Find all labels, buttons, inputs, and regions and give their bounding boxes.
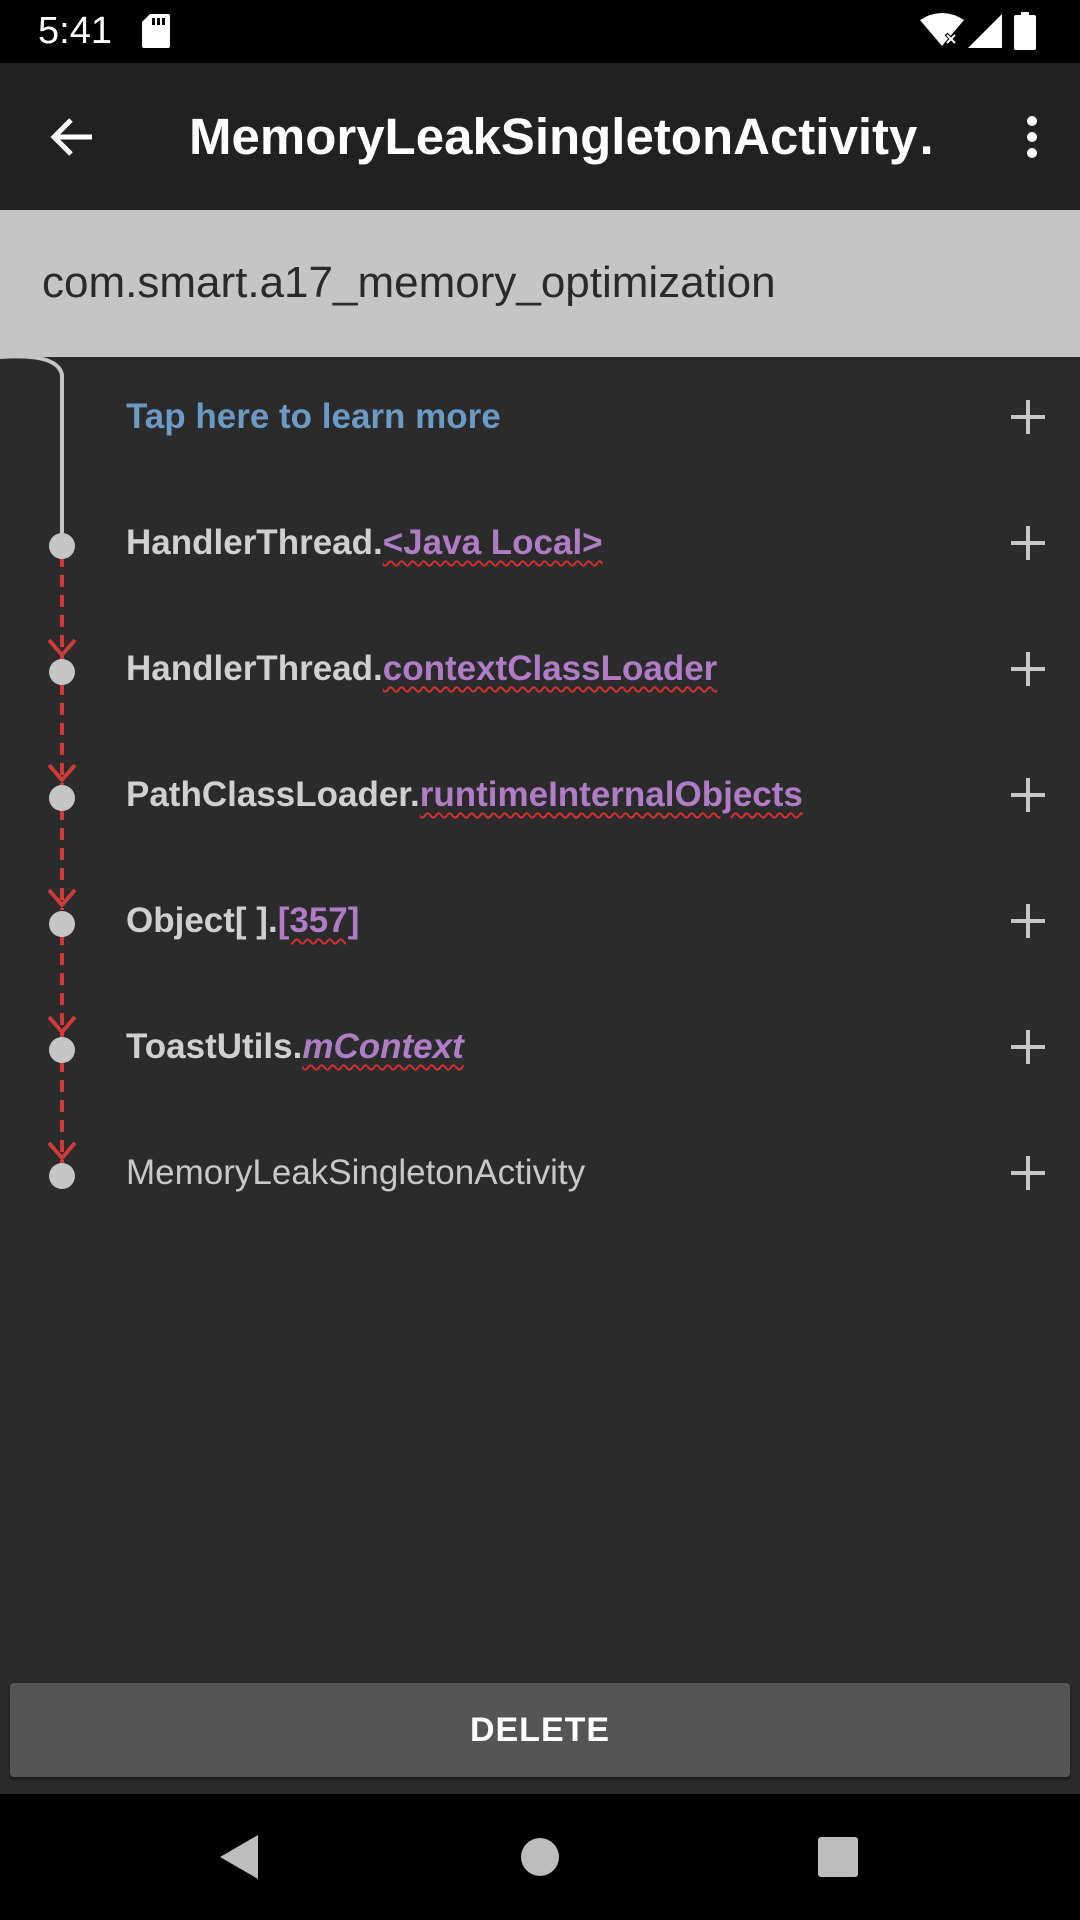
plus-icon — [1011, 1030, 1045, 1064]
expand-button[interactable] — [1000, 641, 1056, 697]
trace-row[interactable]: Object[ ].[357] — [0, 859, 1080, 985]
plus-icon — [1011, 400, 1045, 434]
nav-recents-button[interactable] — [808, 1827, 868, 1887]
back-triangle-icon — [220, 1835, 258, 1879]
trace-row-text: HandlerThread.<Java Local> — [126, 515, 603, 571]
trace-row-text: Object[ ].[357] — [126, 893, 359, 949]
class-name: Object[ ]. — [126, 901, 278, 940]
reference-name: [357] — [277, 901, 360, 940]
delete-button[interactable]: DELETE — [10, 1683, 1070, 1777]
reference-name: <Java Local> — [382, 523, 603, 562]
trace-row-text: HandlerThread.contextClassLoader — [126, 641, 717, 697]
learn-more-row[interactable]: Tap here to learn more — [0, 355, 1080, 481]
trace-row-text: ToastUtils.mContext — [126, 1019, 464, 1075]
plus-icon — [1011, 526, 1045, 560]
class-name: HandlerThread. — [126, 523, 383, 562]
nav-back-button[interactable] — [210, 1827, 270, 1887]
recents-square-icon — [818, 1837, 858, 1877]
trace-row[interactable]: PathClassLoader.runtimeInternalObjects — [0, 733, 1080, 859]
back-arrow-icon — [50, 118, 92, 156]
expand-button[interactable] — [1000, 389, 1056, 445]
plus-icon — [1011, 904, 1045, 938]
more-vert-icon — [1027, 116, 1037, 158]
expand-button[interactable] — [1000, 1145, 1056, 1201]
more-options-button[interactable] — [996, 101, 1068, 173]
status-time: 5:41 — [38, 10, 112, 52]
app-bar: MemoryLeakSingletonActivity… — [0, 63, 1080, 210]
learn-more-link[interactable]: Tap here to learn more — [126, 389, 501, 445]
navigation-bar — [0, 1794, 1080, 1920]
wifi-icon — [920, 13, 964, 46]
expand-button[interactable] — [1000, 767, 1056, 823]
signal-icon — [968, 14, 1002, 48]
app-title: MemoryLeakSingletonActivity… — [189, 108, 939, 165]
class-name: ToastUtils. — [126, 1027, 303, 1066]
leaking-object-name: MemoryLeakSingletonActivity — [126, 1153, 586, 1192]
reference-name: contextClassLoader — [382, 649, 718, 688]
battery-icon — [1014, 12, 1036, 50]
trace-row[interactable]: ToastUtils.mContext — [0, 985, 1080, 1111]
leaking-object-row[interactable]: MemoryLeakSingletonActivity — [0, 1111, 1080, 1237]
trace-row-text: PathClassLoader.runtimeInternalObjects — [126, 767, 803, 823]
class-name: PathClassLoader. — [126, 775, 420, 814]
plus-icon — [1011, 1156, 1045, 1190]
plus-icon — [1011, 652, 1045, 686]
status-bar: 5:41 — [0, 0, 1080, 63]
plus-icon — [1011, 778, 1045, 812]
trace-row[interactable]: HandlerThread.<Java Local> — [0, 481, 1080, 607]
reference-name: mContext — [302, 1027, 464, 1066]
package-name: com.smart.a17_memory_optimization — [42, 258, 776, 307]
home-circle-icon — [521, 1838, 559, 1876]
reference-name: runtimeInternalObjects — [419, 775, 803, 814]
back-button[interactable] — [30, 101, 114, 173]
package-header: com.smart.a17_memory_optimization — [0, 210, 1080, 357]
expand-button[interactable] — [1000, 1019, 1056, 1075]
expand-button[interactable] — [1000, 515, 1056, 571]
sd-card-icon — [142, 14, 170, 48]
trace-row[interactable]: HandlerThread.contextClassLoader — [0, 607, 1080, 733]
class-name: HandlerThread. — [126, 649, 383, 688]
nav-home-button[interactable] — [510, 1827, 570, 1887]
expand-button[interactable] — [1000, 893, 1056, 949]
